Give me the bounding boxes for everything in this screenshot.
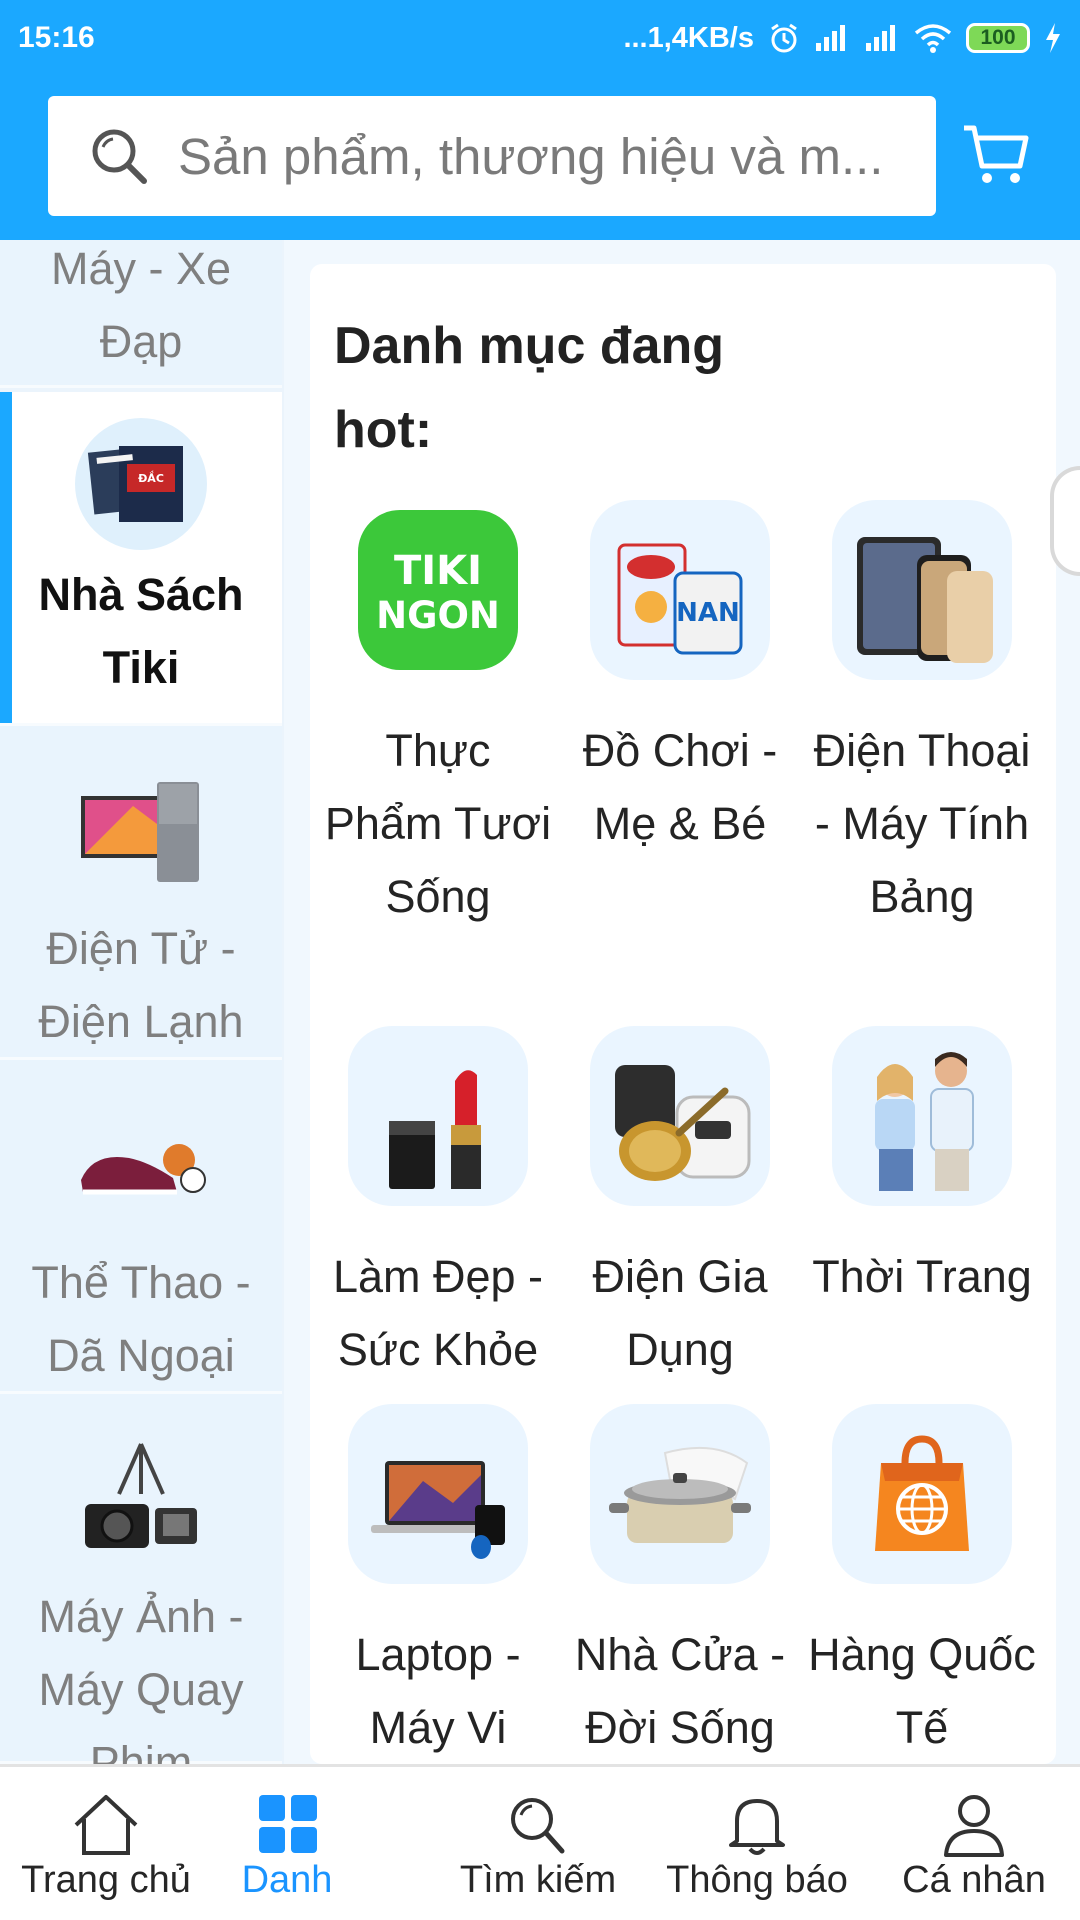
- category-label: Thực Phẩm Tươi Sống: [324, 725, 552, 922]
- category-label: Làm Đẹp - Sức Khỏe: [332, 1251, 544, 1375]
- charging-icon: [1046, 23, 1060, 53]
- status-time: 15:16: [18, 21, 95, 54]
- nav-label: Trang chủ: [21, 1859, 191, 1901]
- status-icons: ...1,4KB/s 100: [623, 22, 1062, 55]
- tv-fridge-icon: [73, 766, 209, 902]
- sidebar-item-camera[interactable]: Máy Ảnh - Máy Quay Phim: [0, 1394, 282, 1764]
- nav-home[interactable]: Trang chủ: [8, 1767, 204, 1920]
- search-icon: [92, 129, 147, 184]
- category-label: Laptop - Máy Vi: [355, 1629, 521, 1753]
- home-icon: [74, 1795, 138, 1855]
- baby-products-icon: NAN: [590, 500, 770, 680]
- bell-icon: [729, 1799, 785, 1855]
- sidebar-item-label: Điện Tử - Điện Lạnh: [38, 923, 244, 1047]
- sidebar-item-label: Thể Thao - Dã Ngoại: [31, 1257, 251, 1381]
- nav-categories[interactable]: Danh: [212, 1767, 362, 1920]
- category-content: Danh mục đang hot: TIKI NGON Thực Phẩm T…: [310, 264, 1056, 1764]
- battery-indicator: 100: [966, 23, 1030, 53]
- global-bag-icon: [832, 1404, 1012, 1584]
- status-bar: 15:16 ...1,4KB/s 100: [0, 0, 1080, 76]
- nav-label: Cá nhân: [902, 1859, 1046, 1901]
- side-drawer-handle[interactable]: [1050, 466, 1080, 576]
- nav-search[interactable]: Tìm kiếm: [438, 1767, 638, 1920]
- cookware-icon: [590, 1404, 770, 1584]
- section-title: Danh mục đang hot:: [334, 317, 725, 459]
- tiki-ngon-icon: TIKI NGON: [348, 500, 528, 680]
- nav-label: Danh: [241, 1859, 333, 1901]
- header: 15:16 ...1,4KB/s 100 Sản phẩm, thương hi…: [0, 0, 1080, 240]
- fashion-icon: [832, 1026, 1012, 1206]
- category-label: Đồ Chơi - Mẹ & Bé: [582, 725, 778, 849]
- lipstick-icon: [348, 1026, 528, 1206]
- category-fresh-food[interactable]: TIKI NGON Thực Phẩm Tươi Sống: [318, 500, 558, 933]
- sidebar-item-sports[interactable]: Thể Thao - Dã Ngoại: [0, 1060, 282, 1394]
- phone-tablet-icon: [832, 500, 1012, 680]
- category-laptops[interactable]: Laptop - Máy Vi: [318, 1404, 558, 1764]
- category-label: Nhà Cửa - Đời Sống: [574, 1629, 786, 1753]
- nav-profile[interactable]: Cá nhân: [876, 1767, 1072, 1920]
- category-label: Điện Thoại - Máy Tính Bảng: [813, 725, 1031, 922]
- search-input[interactable]: [178, 126, 918, 186]
- category-phones-tablets[interactable]: Điện Thoại - Máy Tính Bảng: [802, 500, 1042, 933]
- category-label: Hàng Quốc Tế: [808, 1629, 1036, 1753]
- appliances-icon: [590, 1026, 770, 1206]
- category-sidebar[interactable]: Máy - Xe Đạp ĐẮC Nhà Sách Tiki Điện Tử -…: [0, 240, 284, 1764]
- camera-icon: [73, 1434, 209, 1570]
- category-label: Điện Gia Dụng: [592, 1251, 768, 1375]
- category-beauty-health[interactable]: Làm Đẹp - Sức Khỏe: [318, 1026, 558, 1386]
- wifi-icon: [914, 24, 952, 53]
- tiki-ngon-logo-text-2: NGON: [376, 594, 500, 637]
- svg-text:NAN: NAN: [676, 598, 740, 628]
- grid-icon: [259, 1795, 317, 1853]
- sidebar-item-bicycle[interactable]: Máy - Xe Đạp: [0, 240, 282, 388]
- category-home-living[interactable]: Nhà Cửa - Đời Sống: [560, 1404, 800, 1764]
- nav-label: Tìm kiếm: [459, 1859, 617, 1901]
- alarm-icon: [771, 23, 797, 53]
- app-root: 15:16 ...1,4KB/s 100 Sản phẩm, thương hi…: [0, 0, 1080, 1920]
- category-home-appliances[interactable]: Điện Gia Dụng: [560, 1026, 800, 1386]
- cart-icon[interactable]: [960, 118, 1032, 190]
- sidebar-item-label: Nhà Sách Tiki: [38, 569, 244, 693]
- signal-icon: [816, 25, 845, 51]
- category-fashion[interactable]: Thời Trang: [802, 1026, 1042, 1313]
- category-label: Thời Trang: [812, 1251, 1032, 1302]
- sidebar-item-label: Máy - Xe Đạp: [50, 243, 232, 367]
- laptop-icon: [348, 1404, 528, 1584]
- bottom-nav: Trang chủ Danh Tìm kiếm Thông báo Cá nhâ…: [0, 1764, 1080, 1920]
- sidebar-item-label: Máy Ảnh - Máy Quay Phim: [38, 1591, 244, 1764]
- search-bar[interactable]: [48, 96, 936, 216]
- nav-label: Thông báo: [666, 1859, 848, 1901]
- svg-text:ĐẮC: ĐẮC: [138, 470, 164, 485]
- search-icon: [511, 1798, 565, 1854]
- sidebar-item-electronics[interactable]: Điện Tử - Điện Lạnh: [0, 726, 282, 1060]
- category-international[interactable]: Hàng Quốc Tế: [802, 1404, 1042, 1764]
- nav-notifications[interactable]: Thông báo: [652, 1767, 862, 1920]
- person-icon: [944, 1795, 1004, 1857]
- signal-icon-2: [866, 25, 895, 51]
- tiki-ngon-logo-text-1: TIKI: [394, 548, 482, 594]
- category-mom-baby[interactable]: NAN Đồ Chơi - Mẹ & Bé: [560, 500, 800, 860]
- sports-shoes-icon: [73, 1100, 209, 1236]
- books-icon: ĐẮC: [73, 416, 209, 552]
- network-speed: ...1,4KB/s: [623, 21, 754, 54]
- sidebar-item-books[interactable]: ĐẮC Nhà Sách Tiki: [0, 392, 282, 726]
